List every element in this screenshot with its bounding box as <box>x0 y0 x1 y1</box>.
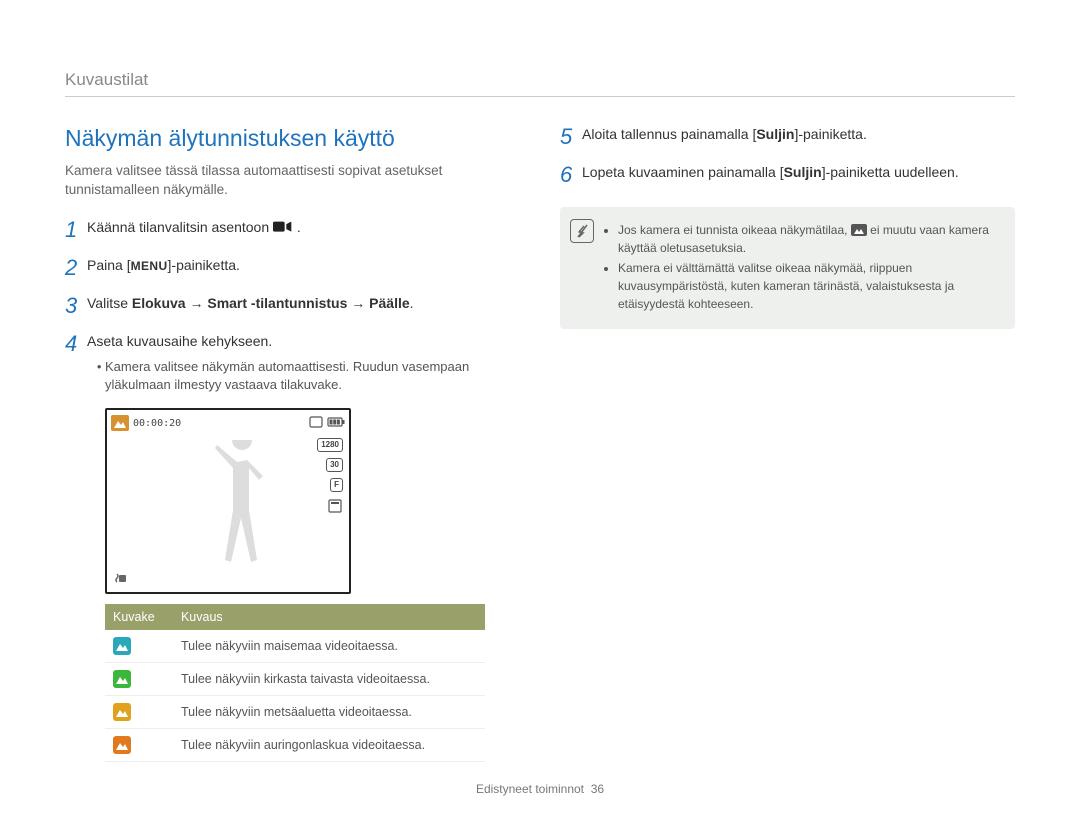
table-row: Tulee näkyviin maisemaa videoitaessa. <box>105 630 485 663</box>
table-cell-desc: Tulee näkyviin maisemaa videoitaessa. <box>173 630 485 663</box>
step-body: Käännä tilanvalitsin asentoon . <box>87 218 520 238</box>
step-number: 5 <box>560 125 582 149</box>
bold-shutter: Suljin <box>756 126 794 142</box>
person-silhouette <box>197 440 287 580</box>
step-5: 5 Aloita tallennus painamalla [Suljin]-p… <box>560 125 1015 149</box>
step-body: Aloita tallennus painamalla [Suljin]-pai… <box>582 125 1015 145</box>
table-head-icon: Kuvake <box>105 604 173 630</box>
step-number: 2 <box>65 256 87 280</box>
step-text-post: ]-painiketta uudelleen. <box>822 164 959 180</box>
step-text-post: ]-painiketta. <box>794 126 866 142</box>
arrow: → <box>186 295 208 311</box>
scene-icon <box>113 736 131 754</box>
note-text: Jos kamera ei tunnista oikeaa näkymätila… <box>618 223 851 237</box>
step-body: Paina [MENU]-painiketta. <box>87 256 520 276</box>
page-footer: Edistyneet toiminnot 36 <box>65 782 1015 796</box>
step-sub-bullet: Kamera valitsee näkymän automaattisesti.… <box>105 358 520 394</box>
bold-path-1: Elokuva <box>132 295 186 311</box>
table-cell-desc: Tulee näkyviin metsäaluetta videoitaessa… <box>173 696 485 729</box>
table-cell-desc: Tulee näkyviin kirkasta taivasta videoit… <box>173 663 485 696</box>
breadcrumb: Kuvaustilat <box>65 70 1015 97</box>
bold-path-2: Smart -tilantunnistus <box>207 295 347 311</box>
step-text-post: . <box>410 295 414 311</box>
info-icon <box>570 219 594 243</box>
card-icon <box>309 416 323 431</box>
step-text: Paina [ <box>87 257 131 273</box>
scene-icon <box>113 670 131 688</box>
lcd-fps-badge: 30 <box>326 458 343 472</box>
smart-mode-badge-icon <box>111 415 129 431</box>
step-4: 4 Aseta kuvausaihe kehykseen. Kamera val… <box>65 332 520 394</box>
scene-icon <box>113 637 131 655</box>
step-body: Valitse Elokuva → Smart -tilantunnistus … <box>87 294 520 314</box>
table-row: Tulee näkyviin metsäaluetta videoitaessa… <box>105 696 485 729</box>
table-row: Tulee näkyviin auringonlaskua videoitaes… <box>105 729 485 762</box>
step-6: 6 Lopeta kuvaaminen painamalla [Suljin]-… <box>560 163 1015 187</box>
lcd-size-badge: 1280 <box>317 438 343 452</box>
step-3: 3 Valitse Elokuva → Smart -tilantunnistu… <box>65 294 520 318</box>
table-cell-icon <box>105 663 173 696</box>
step-body: Lopeta kuvaaminen painamalla [Suljin]-pa… <box>582 163 1015 183</box>
step-number: 3 <box>65 294 87 318</box>
step-number: 1 <box>65 218 87 242</box>
section-title: Näkymän älytunnistuksen käyttö <box>65 125 520 152</box>
arrow: → <box>347 295 369 311</box>
memory-icon <box>327 498 343 517</box>
table-head-desc: Kuvaus <box>173 604 485 630</box>
table-row: Tulee näkyviin kirkasta taivasta videoit… <box>105 663 485 696</box>
left-column: Näkymän älytunnistuksen käyttö Kamera va… <box>65 125 520 762</box>
scene-icon-table: Kuvake Kuvaus Tulee näkyviin maisemaa vi… <box>105 604 485 762</box>
camera-lcd-illustration: 00:00:20 1280 30 F <box>105 408 351 594</box>
table-cell-icon <box>105 729 173 762</box>
right-column: 5 Aloita tallennus painamalla [Suljin]-p… <box>560 125 1015 762</box>
table-cell-icon <box>105 630 173 663</box>
step-1: 1 Käännä tilanvalitsin asentoon . <box>65 218 520 242</box>
table-cell-icon <box>105 696 173 729</box>
footer-page: 36 <box>591 782 604 796</box>
menu-label: MENU <box>131 259 168 273</box>
step-text-post: . <box>297 219 301 235</box>
step-text: Lopeta kuvaaminen painamalla [ <box>582 164 784 180</box>
scene-icon <box>113 703 131 721</box>
table-cell-desc: Tulee näkyviin auringonlaskua videoitaes… <box>173 729 485 762</box>
step-body: Aseta kuvausaihe kehykseen. Kamera valit… <box>87 332 520 394</box>
bold-shutter: Suljin <box>784 164 822 180</box>
step-2: 2 Paina [MENU]-painiketta. <box>65 256 520 280</box>
step-text: Aloita tallennus painamalla [ <box>582 126 756 142</box>
lcd-time: 00:00:20 <box>133 418 181 429</box>
lcd-focus-badge: F <box>330 478 343 492</box>
step-number: 4 <box>65 332 87 356</box>
note-box: Jos kamera ei tunnista oikeaa näkymätila… <box>560 207 1015 329</box>
step-text: Aseta kuvausaihe kehykseen. <box>87 333 272 349</box>
battery-icon <box>327 416 345 431</box>
step-text-post: ]-painiketta. <box>168 257 240 273</box>
intro-text: Kamera valitsee tässä tilassa automaatti… <box>65 162 520 200</box>
footer-label: Edistyneet toiminnot <box>476 782 584 796</box>
note-item-2: Kamera ei välttämättä valitse oikeaa näk… <box>618 259 997 313</box>
bold-path-3: Päälle <box>369 295 409 311</box>
stabilizer-icon <box>113 570 129 586</box>
video-mode-icon <box>273 220 293 234</box>
note-item-1: Jos kamera ei tunnista oikeaa näkymätila… <box>618 221 997 257</box>
step-number: 6 <box>560 163 582 187</box>
smart-inline-icon <box>851 223 867 235</box>
step-text: Valitse <box>87 295 132 311</box>
step-text: Käännä tilanvalitsin asentoon <box>87 219 273 235</box>
